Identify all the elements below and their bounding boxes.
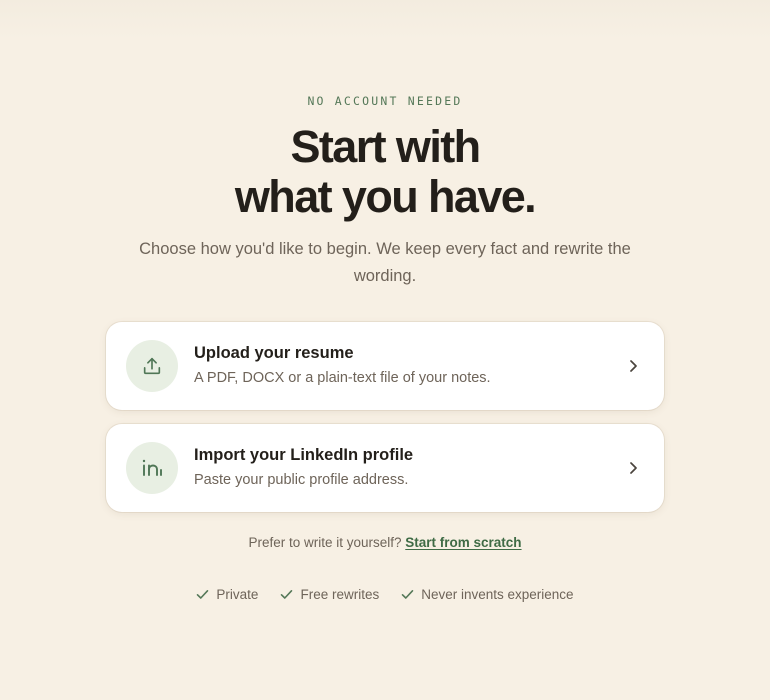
- chevron-right-icon: [630, 462, 637, 474]
- page-title-line-1: Start with: [290, 121, 481, 172]
- chevron-right-icon: [630, 360, 637, 372]
- page-title-line-2: what you have.: [234, 171, 537, 222]
- feature-label: Never invents experience: [421, 587, 574, 602]
- linkedin-icon-badge: [126, 442, 178, 494]
- upload-icon: [143, 357, 161, 375]
- page: NO ACCOUNT NEEDED Start with what you ha…: [0, 0, 770, 700]
- import-linkedin-description: Paste your public profile address.: [194, 472, 409, 488]
- feature-item: Never invents experience: [401, 587, 574, 602]
- upload-resume-description: A PDF, DOCX or a plain-text file of your…: [194, 370, 491, 386]
- check-icon: [281, 590, 293, 599]
- linkedin-icon: [142, 459, 162, 476]
- scratch-prompt: Prefer to write it yourself?: [248, 535, 402, 550]
- page-subtitle: Choose how you'd like to begin. We keep …: [139, 240, 631, 285]
- eyebrow-label: NO ACCOUNT NEEDED: [307, 94, 463, 108]
- page-title: Start with what you have.: [0, 122, 770, 222]
- start-from-scratch-link[interactable]: Start from scratch: [405, 535, 521, 550]
- upload-resume-card[interactable]: Upload your resume A PDF, DOCX or a plai…: [106, 322, 664, 410]
- feature-label: Private: [216, 587, 259, 602]
- start-from-scratch-row: Prefer to write it yourself? Start from …: [0, 535, 770, 550]
- feature-list: Private Free rewrites Never invents expe…: [0, 587, 770, 602]
- feature-item: Free rewrites: [280, 587, 379, 602]
- check-icon: [197, 590, 209, 599]
- import-linkedin-card[interactable]: Import your LinkedIn profile Paste your …: [106, 424, 664, 512]
- import-linkedin-title: Import your LinkedIn profile: [194, 446, 414, 464]
- check-icon: [401, 590, 414, 599]
- upload-icon-badge: [126, 340, 178, 392]
- upload-resume-title: Upload your resume: [194, 344, 354, 362]
- feature-label: Free rewrites: [300, 587, 380, 602]
- feature-item: Private: [196, 587, 258, 602]
